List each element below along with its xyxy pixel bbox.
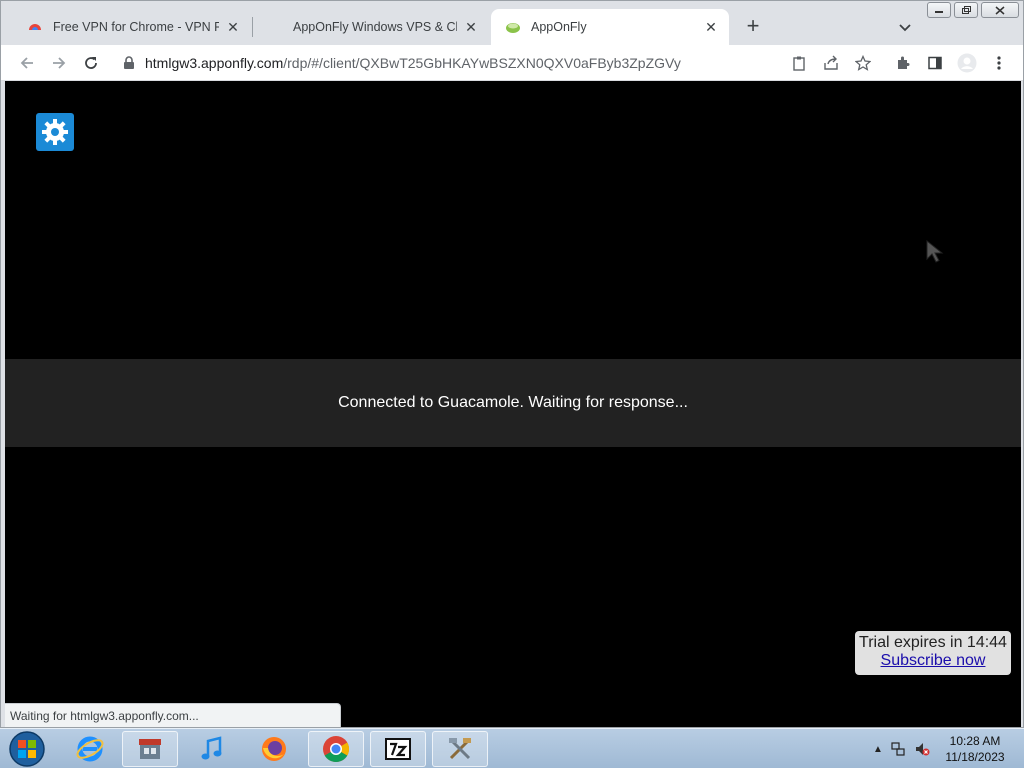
close-icon[interactable]: ✕	[225, 19, 241, 35]
7zip-icon	[385, 738, 411, 760]
maximize-button[interactable]	[954, 2, 978, 18]
notification-text: Connected to Guacamole. Waiting for resp…	[338, 394, 688, 411]
tab-vpn[interactable]: Free VPN for Chrome - VPN Proxy ✕	[13, 9, 251, 45]
itunes-icon	[201, 736, 222, 760]
mouse-cursor-icon	[926, 239, 944, 263]
store-icon	[139, 739, 161, 759]
clipboard-icon[interactable]	[789, 53, 809, 73]
volume-muted-icon[interactable]	[914, 741, 930, 757]
back-arrow-icon	[20, 57, 33, 69]
side-panel-icon[interactable]	[925, 53, 945, 73]
new-tab-button[interactable]: +	[741, 15, 765, 39]
tab-apponfly-vps[interactable]: AppOnFly Windows VPS & Cloud ✕	[253, 9, 489, 45]
taskbar: ▲ 10:28 AM 11/18/2023	[0, 728, 1024, 768]
extensions-icon[interactable]	[893, 53, 913, 73]
window-controls	[924, 2, 1019, 18]
address-bar[interactable]: htmlgw3.apponfly.com/rdp/#/client/QXBwT2…	[113, 49, 883, 77]
reload-icon	[85, 57, 97, 69]
restore-icon	[962, 5, 971, 14]
remote-desktop-canvas[interactable]: Connected to Guacamole. Waiting for resp…	[5, 81, 1021, 727]
network-icon[interactable]	[890, 741, 906, 757]
tab-strip: Free VPN for Chrome - VPN Proxy ✕ AppOnF…	[1, 1, 1023, 45]
chrome-taskbar-button[interactable]	[308, 731, 364, 767]
loading-status-bubble: Waiting for htmlgw3.apponfly.com...	[5, 703, 341, 727]
firefox-icon	[262, 737, 286, 761]
vpn-icon	[29, 24, 41, 30]
internet-explorer-taskbar-button[interactable]	[62, 731, 118, 767]
tab-title: AppOnFly	[531, 20, 587, 34]
share-icon[interactable]	[821, 53, 841, 73]
trial-expiry-text: Trial expires in 14:44	[859, 634, 1007, 651]
url-host: htmlgw3.apponfly.com	[145, 55, 284, 71]
tools-taskbar-button[interactable]	[432, 731, 488, 767]
trial-banner: Trial expires in 14:44 Subscribe now	[855, 631, 1011, 675]
close-icon[interactable]: ✕	[703, 19, 719, 35]
settings-button[interactable]	[36, 113, 74, 151]
tab-title: AppOnFly Windows VPS & Cloud	[293, 20, 457, 34]
apponfly-icon	[267, 19, 283, 35]
url-path: /rdp/#/client/QXBwT25GbHKAYwBSZXN0QXV0aF…	[283, 55, 681, 71]
browser-toolbar: htmlgw3.apponfly.com/rdp/#/client/QXBwT2…	[1, 45, 1023, 81]
tools-icon	[449, 738, 471, 760]
reload-button[interactable]	[79, 51, 103, 75]
tab-apponfly[interactable]: AppOnFly ✕	[491, 9, 729, 45]
close-icon[interactable]: ✕	[463, 19, 479, 35]
apponfly-icon	[506, 23, 520, 33]
connection-status-notification: Connected to Guacamole. Waiting for resp…	[5, 359, 1021, 447]
clock-date: 11/18/2023	[945, 750, 1005, 764]
subscribe-now-link[interactable]: Subscribe now	[855, 652, 1011, 670]
close-icon	[995, 5, 1005, 15]
minimize-icon	[935, 11, 943, 13]
browser-window: Free VPN for Chrome - VPN Proxy ✕ AppOnF…	[0, 0, 1024, 728]
close-window-button[interactable]	[981, 2, 1019, 18]
minimize-button[interactable]	[927, 2, 951, 18]
bookmark-star-icon[interactable]	[853, 53, 873, 73]
firefox-taskbar-button[interactable]	[246, 731, 302, 767]
7zip-taskbar-button[interactable]	[370, 731, 426, 767]
chrome-icon	[323, 736, 350, 763]
lock-icon[interactable]	[123, 56, 135, 70]
internet-explorer-icon	[76, 736, 104, 762]
store-taskbar-button[interactable]	[122, 731, 178, 767]
system-tray: ▲ 10:28 AM 11/18/2023	[866, 729, 1024, 768]
windows-orb-icon	[9, 731, 45, 767]
chevron-down-icon[interactable]	[895, 17, 915, 37]
start-button[interactable]	[6, 730, 48, 768]
url-text: htmlgw3.apponfly.com/rdp/#/client/QXBwT2…	[145, 55, 681, 71]
kebab-menu-icon[interactable]	[989, 53, 1009, 73]
clock-time: 10:28 AM	[949, 734, 1001, 748]
forward-button[interactable]	[47, 51, 71, 75]
tab-title: Free VPN for Chrome - VPN Proxy	[53, 20, 219, 34]
back-button[interactable]	[15, 51, 39, 75]
itunes-taskbar-button[interactable]	[184, 731, 240, 767]
gear-icon	[42, 119, 68, 145]
clock[interactable]: 10:28 AM 11/18/2023	[940, 733, 1010, 765]
forward-arrow-icon	[53, 57, 66, 69]
profile-avatar-icon[interactable]	[957, 53, 977, 73]
tray-expand-icon[interactable]: ▲	[870, 741, 886, 757]
